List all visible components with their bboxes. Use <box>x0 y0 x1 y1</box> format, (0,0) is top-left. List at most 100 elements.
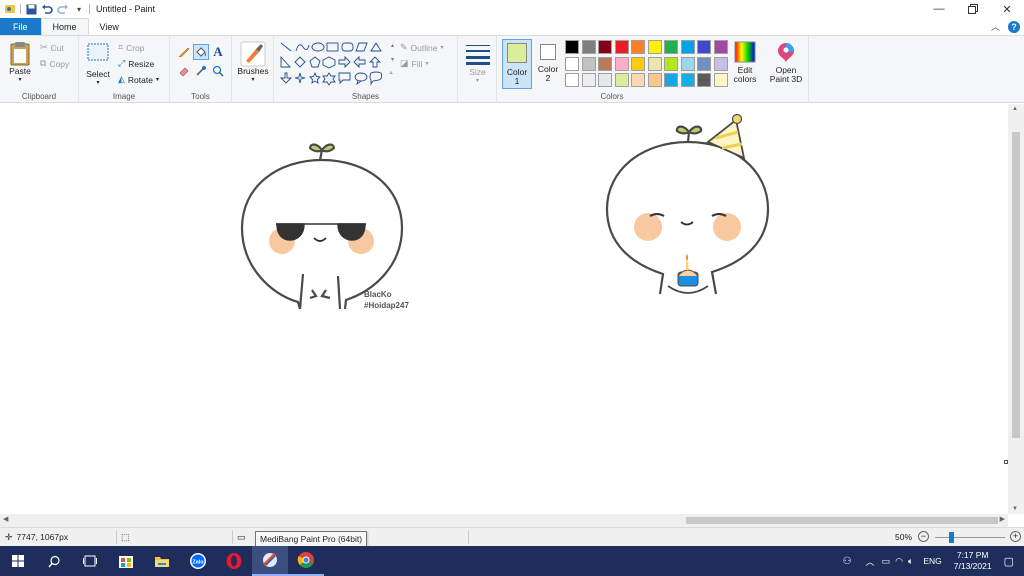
vertical-scroll-thumb[interactable] <box>1012 132 1020 438</box>
volume-icon[interactable]: 🔈︎ <box>908 556 913 567</box>
task-view-button[interactable] <box>72 546 108 576</box>
palette-swatch[interactable] <box>680 73 695 87</box>
copy-button[interactable]: ⧉ Copy <box>40 58 69 69</box>
taskbar-chrome[interactable] <box>288 546 324 576</box>
tab-home[interactable]: Home <box>40 18 89 35</box>
palette-swatch[interactable] <box>647 40 662 54</box>
color1-button[interactable]: Color 1 <box>502 39 532 89</box>
language-indicator[interactable]: ENG <box>923 556 941 566</box>
drawing-canvas[interactable]: BlacKo #Hoidap247 <box>0 104 1008 514</box>
shapes-scroll-up-icon[interactable]: ▴ <box>391 42 394 49</box>
outline-button[interactable]: ✎ Outline ▾ <box>400 42 444 53</box>
maximize-icon[interactable] <box>956 0 990 18</box>
shapes-gallery[interactable] <box>279 41 391 87</box>
tab-file[interactable]: File <box>0 18 41 35</box>
magnifier-icon[interactable] <box>210 63 226 79</box>
palette-swatch[interactable] <box>598 73 612 87</box>
horizontal-scrollbar[interactable]: ◀ ▶ <box>0 514 1008 527</box>
palette-swatch[interactable] <box>631 73 645 87</box>
palette-swatch[interactable] <box>713 56 728 71</box>
save-icon[interactable] <box>25 3 37 15</box>
close-icon[interactable]: ✕ <box>990 0 1024 18</box>
people-icon[interactable]: ⚇ <box>843 556 852 567</box>
taskbar-file-explorer[interactable] <box>144 546 180 576</box>
color-picker-icon[interactable] <box>193 63 209 79</box>
resize-button[interactable]: ⤢ Resize <box>118 58 154 69</box>
paste-button[interactable]: Paste ▾ <box>6 41 34 85</box>
taskbar-app-store[interactable] <box>108 546 144 576</box>
palette-swatch[interactable] <box>581 56 596 71</box>
palette-swatch[interactable] <box>581 73 596 87</box>
palette-swatch[interactable] <box>565 73 579 87</box>
palette-swatch[interactable] <box>647 56 662 71</box>
fill-bucket-icon[interactable] <box>193 44 209 60</box>
paint-app-icon[interactable] <box>4 3 16 15</box>
zoom-in-icon[interactable]: + <box>1010 531 1021 542</box>
paint3d-label-line2: Paint 3D <box>769 74 803 84</box>
help-icon[interactable]: ? <box>1008 20 1020 33</box>
scroll-right-icon[interactable]: ▶ <box>1000 515 1005 523</box>
open-paint3d-button[interactable]: Open Paint 3D <box>766 41 806 84</box>
size-button[interactable]: Size ▾ <box>463 41 492 86</box>
palette-swatch[interactable] <box>614 73 629 87</box>
rotate-button[interactable]: ◭ Rotate ▾ <box>118 74 159 85</box>
text-tool-icon[interactable]: A <box>210 44 226 60</box>
wifi-icon[interactable]: ◠ <box>895 556 903 567</box>
vertical-scrollbar[interactable]: ▲ ▼ <box>1008 104 1024 514</box>
scroll-down-icon[interactable]: ▼ <box>1012 506 1018 512</box>
palette-swatch[interactable] <box>565 40 579 54</box>
palette-swatch[interactable] <box>713 73 728 87</box>
search-button[interactable] <box>36 546 72 576</box>
edit-colors-button[interactable]: Edit colors <box>731 41 759 84</box>
palette-swatch[interactable] <box>614 40 629 54</box>
notifications-icon[interactable]: ▢ <box>1004 555 1014 568</box>
palette-swatch[interactable] <box>631 40 645 54</box>
collapse-ribbon-icon[interactable]: ︿ <box>991 20 1000 33</box>
scroll-up-icon[interactable]: ▲ <box>1012 106 1018 112</box>
cut-button[interactable]: ✂ Cut <box>40 42 64 53</box>
undo-icon[interactable] <box>41 3 53 15</box>
show-hidden-icons-icon[interactable]: ︿ <box>866 555 875 568</box>
palette-swatch[interactable] <box>713 40 728 54</box>
shapes-scroll-down-icon[interactable]: ▾ <box>391 56 394 63</box>
brushes-button[interactable]: Brushes ▾ <box>236 41 270 85</box>
palette-swatch[interactable] <box>697 73 711 87</box>
taskbar-medibang[interactable] <box>252 546 288 576</box>
brushes-dropdown-icon: ▾ <box>251 77 255 83</box>
zoom-slider[interactable] <box>935 532 1005 543</box>
palette-swatch[interactable] <box>680 56 695 71</box>
palette-swatch[interactable] <box>647 73 662 87</box>
palette-swatch[interactable] <box>680 40 695 54</box>
palette-swatch[interactable] <box>598 56 612 71</box>
palette-swatch[interactable] <box>565 56 579 71</box>
crop-button[interactable]: ⌗ Crop <box>118 42 145 53</box>
battery-icon[interactable]: ▭ <box>882 556 891 567</box>
eraser-icon[interactable] <box>176 63 192 79</box>
palette-swatch[interactable] <box>664 56 678 71</box>
zoom-out-icon[interactable]: − <box>918 531 929 542</box>
customize-qat-icon[interactable]: ▾ <box>73 3 85 15</box>
taskbar-zalo[interactable]: Zalo <box>180 546 216 576</box>
palette-swatch[interactable] <box>581 40 596 54</box>
tab-view[interactable]: View <box>89 18 130 35</box>
color2-button[interactable]: Color 2 <box>534 42 562 83</box>
select-button[interactable]: Select ▾ <box>85 42 111 88</box>
horizontal-scroll-thumb[interactable] <box>686 517 998 524</box>
palette-swatch[interactable] <box>697 56 711 71</box>
start-button[interactable] <box>0 546 36 576</box>
taskbar-opera[interactable] <box>216 546 252 576</box>
zoom-slider-thumb[interactable] <box>949 532 954 543</box>
palette-swatch[interactable] <box>664 40 678 54</box>
minimize-icon[interactable]: — <box>922 0 956 18</box>
fill-button[interactable]: ◪ Fill ▾ <box>400 58 428 69</box>
palette-swatch[interactable] <box>631 56 645 71</box>
shapes-expand-icon[interactable]: ⩡ <box>389 70 393 78</box>
palette-swatch[interactable] <box>598 40 612 54</box>
clock[interactable]: 7:17 PM 7/13/2021 <box>954 550 992 572</box>
redo-icon[interactable] <box>57 3 69 15</box>
pencil-icon[interactable] <box>176 44 192 60</box>
palette-swatch[interactable] <box>614 56 629 71</box>
palette-swatch[interactable] <box>664 73 678 87</box>
palette-swatch[interactable] <box>697 40 711 54</box>
scroll-left-icon[interactable]: ◀ <box>3 515 8 523</box>
